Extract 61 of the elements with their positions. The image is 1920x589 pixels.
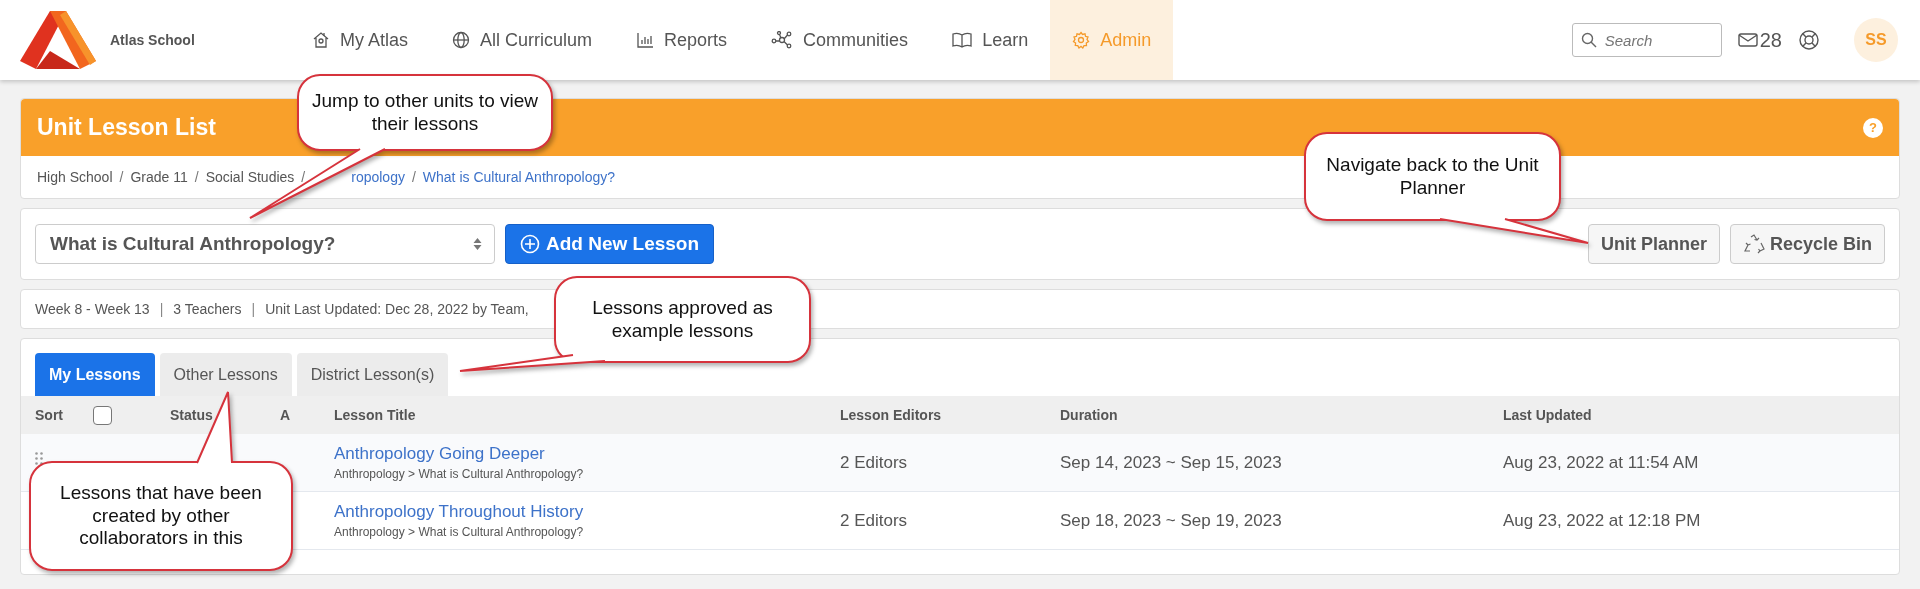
unit-dropdown[interactable]: What is Cultural Anthropology?: [35, 224, 495, 264]
breadcrumb-link[interactable]: What is Cultural Anthropology?: [422, 169, 616, 185]
lesson-title-link[interactable]: Anthropology Going Deeper: [334, 444, 840, 464]
column-header: Sort: [34, 407, 64, 423]
lesson-path: Anthropology > What is Cultural Anthropology?: [334, 525, 585, 539]
recycle-bin-button[interactable]: Recycle Bin: [1729, 224, 1885, 264]
nav-link[interactable]: Communities: [749, 0, 931, 80]
envelope-icon: [1737, 32, 1758, 48]
breadcrumb-separator: /: [194, 169, 199, 185]
column-header: Status: [170, 407, 214, 423]
nav-link[interactable]: Reports: [614, 0, 750, 80]
logo-icon[interactable]: [20, 11, 96, 69]
network-icon: [771, 31, 794, 49]
sort-caret-icon: [473, 237, 482, 251]
breadcrumb-link[interactable]: Grade 11: [130, 169, 188, 185]
breadcrumb-link[interactable]: High School: [37, 169, 113, 185]
column-header: Lesson Title: [334, 407, 417, 423]
lesson-path: Anthropology > What is Cultural Anthropology?: [334, 467, 585, 481]
table-cell-text: Sep 14, 2023 ~ Sep 15, 2023: [1060, 452, 1283, 473]
table-cell-text: 2 Editors: [840, 510, 909, 531]
page-title: Unit Lesson List: [37, 114, 216, 141]
table-cell-text: Sep 18, 2023 ~ Sep 19, 2023: [1060, 510, 1283, 531]
column-header: Last Updated: [1503, 407, 1592, 423]
search-field[interactable]: Search: [1571, 23, 1722, 57]
table-cell: Aug 23, 2022 at 12:18 PM: [1503, 510, 1701, 531]
lifebuoy-icon[interactable]: [1798, 29, 1820, 51]
checkbox[interactable]: [93, 405, 112, 425]
breadcrumb-link[interactable]: ropology: [351, 169, 405, 185]
breadcrumb-separator: /: [301, 169, 306, 185]
breadcrumb-separator: /: [411, 169, 416, 185]
tab[interactable]: My Lessons: [35, 353, 155, 396]
unit-info: Unit Last Updated: Dec 28, 2022 by Team,: [265, 301, 529, 317]
tab[interactable]: Other Lessons: [159, 353, 292, 396]
lesson-title-link[interactable]: Anthropology Throughout History: [334, 502, 840, 522]
separator: |: [251, 301, 256, 317]
breadcrumb-link[interactable]: Social Studies: [205, 169, 295, 185]
breadcrumb-separator: /: [119, 169, 124, 185]
column-header: Duration: [1060, 407, 1119, 423]
unit-planner-button[interactable]: Unit Planner: [1587, 224, 1720, 264]
column-header: A: [280, 407, 292, 423]
unit-info: Week 8 - Week 13: [35, 301, 150, 317]
settings-icon: [1072, 31, 1091, 49]
globe-icon: [452, 31, 471, 49]
table-cell-text: 2 Editors: [840, 452, 909, 473]
nav-link[interactable]: Learn: [930, 0, 1051, 80]
unit-info: 3 Teachers: [173, 301, 242, 317]
messages-link[interactable]: 28: [1737, 28, 1782, 52]
tab[interactable]: District Lesson(s): [296, 353, 449, 396]
book-icon: [952, 32, 973, 48]
house-icon: [312, 31, 330, 49]
column-header: Lesson Editors: [840, 407, 943, 423]
nav-link[interactable]: All Curriculum: [430, 0, 615, 80]
separator: |: [159, 301, 164, 317]
drag-handle-icon[interactable]: [35, 452, 43, 465]
bar-chart-icon: [636, 31, 655, 49]
school-name: Atlas School: [110, 32, 195, 48]
table-cell: Aug 23, 2022 at 11:54 AM: [1503, 452, 1699, 473]
add-lesson-button[interactable]: Add New Lesson: [505, 224, 715, 264]
nav-link[interactable]: My Atlas: [290, 0, 431, 80]
search-icon: [1580, 32, 1597, 48]
plus-circle-icon: [520, 234, 540, 254]
